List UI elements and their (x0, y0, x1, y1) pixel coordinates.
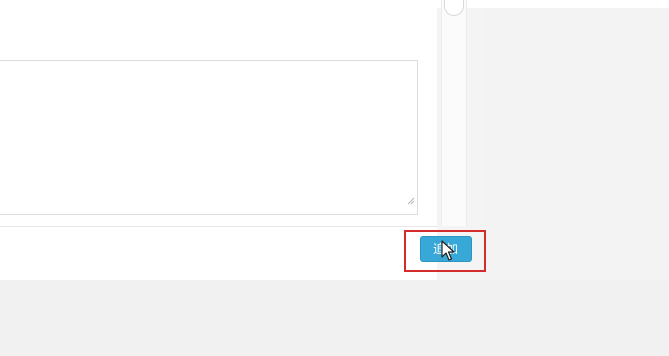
dialog-footer (0, 226, 437, 281)
top-bar (0, 0, 669, 8)
resize-grip-icon[interactable] (407, 197, 415, 205)
comment-textarea[interactable] (0, 60, 418, 215)
scrollbar-track[interactable] (441, 0, 467, 226)
bottom-area (0, 280, 669, 356)
mouse-pointer-icon (441, 240, 455, 261)
